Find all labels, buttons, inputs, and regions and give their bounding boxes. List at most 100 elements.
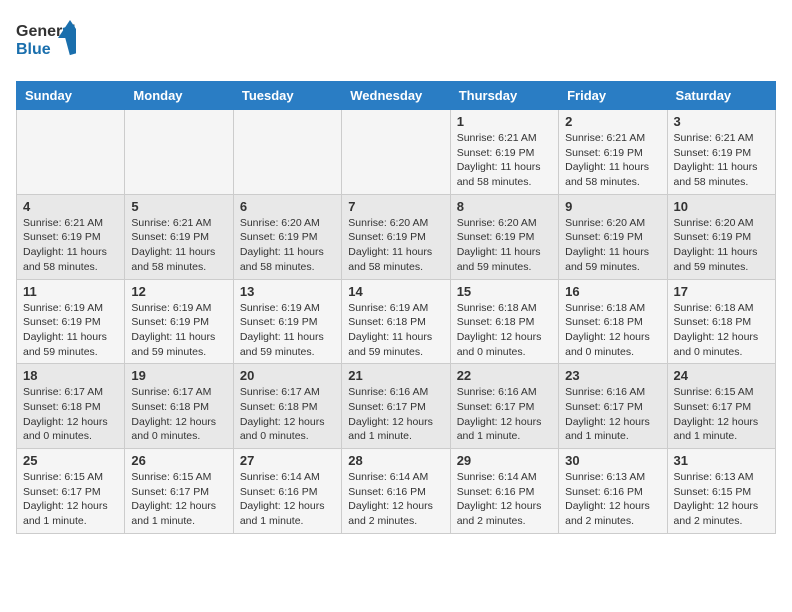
day-number: 18 — [23, 368, 118, 383]
day-info: Sunrise: 6:17 AM Sunset: 6:18 PM Dayligh… — [240, 385, 335, 444]
day-info: Sunrise: 6:14 AM Sunset: 6:16 PM Dayligh… — [348, 470, 443, 529]
day-number: 20 — [240, 368, 335, 383]
calendar-cell: 9 Sunrise: 6:20 AM Sunset: 6:19 PM Daylig… — [559, 194, 667, 279]
day-info: Sunrise: 6:18 AM Sunset: 6:18 PM Dayligh… — [674, 301, 769, 360]
calendar-cell: 5 Sunrise: 6:21 AM Sunset: 6:19 PM Daylig… — [125, 194, 233, 279]
calendar-cell: 4Sunrise: 6:21 AM Sunset: 6:19 PM Daylig… — [17, 194, 125, 279]
day-number: 15 — [457, 284, 552, 299]
day-number: 27 — [240, 453, 335, 468]
day-number: 21 — [348, 368, 443, 383]
day-number: 9 — [565, 199, 660, 214]
day-number: 5 — [131, 199, 226, 214]
day-number: 31 — [674, 453, 769, 468]
calendar-cell: 18 Sunrise: 6:17 AM Sunset: 6:18 PM Dayli… — [17, 364, 125, 449]
day-info: Sunrise: 6:20 AM Sunset: 6:19 PM Dayligh… — [240, 216, 335, 275]
calendar-cell: 8 Sunrise: 6:20 AM Sunset: 6:19 PM Daylig… — [450, 194, 558, 279]
day-number: 23 — [565, 368, 660, 383]
calendar-cell: 11Sunrise: 6:19 AM Sunset: 6:19 PM Dayli… — [17, 279, 125, 364]
day-info: Sunrise: 6:20 AM Sunset: 6:19 PM Dayligh… — [457, 216, 552, 275]
day-number: 25 — [23, 453, 118, 468]
day-number: 19 — [131, 368, 226, 383]
calendar-cell: 21 Sunrise: 6:16 AM Sunset: 6:17 PM Dayli… — [342, 364, 450, 449]
day-info: Sunrise: 6:20 AM Sunset: 6:19 PM Dayligh… — [565, 216, 660, 275]
day-info: Sunrise: 6:19 AM Sunset: 6:19 PM Dayligh… — [240, 301, 335, 360]
calendar-cell: 27 Sunrise: 6:14 AM Sunset: 6:16 PM Dayli… — [233, 449, 341, 534]
calendar-cell: 6 Sunrise: 6:20 AM Sunset: 6:19 PM Daylig… — [233, 194, 341, 279]
calendar-header-row: SundayMondayTuesdayWednesdayThursdayFrid… — [17, 82, 776, 110]
day-info: Sunrise: 6:21 AM Sunset: 6:19 PM Dayligh… — [674, 131, 769, 190]
calendar-cell — [125, 110, 233, 195]
day-number: 7 — [348, 199, 443, 214]
calendar-cell: 29 Sunrise: 6:14 AM Sunset: 6:16 PM Dayli… — [450, 449, 558, 534]
calendar-cell: 25 Sunrise: 6:15 AM Sunset: 6:17 PM Dayli… — [17, 449, 125, 534]
col-header-friday: Friday — [559, 82, 667, 110]
col-header-saturday: Saturday — [667, 82, 775, 110]
day-info: Sunrise: 6:18 AM Sunset: 6:18 PM Dayligh… — [565, 301, 660, 360]
calendar-cell — [233, 110, 341, 195]
day-info: Sunrise: 6:18 AM Sunset: 6:18 PM Dayligh… — [457, 301, 552, 360]
day-info: Sunrise: 6:15 AM Sunset: 6:17 PM Dayligh… — [131, 470, 226, 529]
day-info: Sunrise: 6:14 AM Sunset: 6:16 PM Dayligh… — [240, 470, 335, 529]
calendar-cell: 15 Sunrise: 6:18 AM Sunset: 6:18 PM Dayli… — [450, 279, 558, 364]
calendar-table: SundayMondayTuesdayWednesdayThursdayFrid… — [16, 81, 776, 534]
day-number: 11 — [23, 284, 118, 299]
calendar-week-row: 11 Sunrise: 6:19 AM Sunset: 6:19 PM Dayli… — [17, 279, 776, 364]
logo: General Blue — [16, 16, 76, 71]
calendar-cell: 19 Sunrise: 6:17 AM Sunset: 6:18 PM Dayli… — [125, 364, 233, 449]
day-info: Sunrise: 6:20 AM Sunset: 6:19 PM Dayligh… — [674, 216, 769, 275]
calendar-cell: 13 Sunrise: 6:19 AM Sunset: 6:19 PM Dayli… — [233, 279, 341, 364]
day-number: 17 — [674, 284, 769, 299]
day-info: Sunrise: 6:15 AM Sunset: 6:17 PM Dayligh… — [23, 470, 118, 529]
day-number: 26 — [131, 453, 226, 468]
day-info: Sunrise: 6:16 AM Sunset: 6:17 PM Dayligh… — [348, 385, 443, 444]
col-header-tuesday: Tuesday — [233, 82, 341, 110]
calendar-cell: 14Sunrise: 6:19 AM Sunset: 6:18 PM Dayli… — [342, 279, 450, 364]
day-info: Sunrise: 6:21 AM Sunset: 6:19 PM Dayligh… — [457, 131, 552, 190]
day-number: 13 — [240, 284, 335, 299]
day-info: Sunrise: 6:19 AM Sunset: 6:19 PM Dayligh… — [131, 301, 226, 360]
calendar-cell: 28Sunrise: 6:14 AM Sunset: 6:16 PM Dayli… — [342, 449, 450, 534]
calendar-cell: 12 Sunrise: 6:19 AM Sunset: 6:19 PM Dayli… — [125, 279, 233, 364]
calendar-cell: 20 Sunrise: 6:17 AM Sunset: 6:18 PM Dayli… — [233, 364, 341, 449]
day-number: 4 — [23, 199, 118, 214]
calendar-week-row: 18 Sunrise: 6:17 AM Sunset: 6:18 PM Dayli… — [17, 364, 776, 449]
day-info: Sunrise: 6:21 AM Sunset: 6:19 PM Dayligh… — [565, 131, 660, 190]
calendar-cell: 22 Sunrise: 6:16 AM Sunset: 6:17 PM Dayli… — [450, 364, 558, 449]
day-number: 16 — [565, 284, 660, 299]
day-number: 10 — [674, 199, 769, 214]
day-info: Sunrise: 6:16 AM Sunset: 6:17 PM Dayligh… — [457, 385, 552, 444]
header: General Blue — [16, 16, 776, 71]
calendar-cell: 24Sunrise: 6:15 AM Sunset: 6:17 PM Dayli… — [667, 364, 775, 449]
day-info: Sunrise: 6:17 AM Sunset: 6:18 PM Dayligh… — [23, 385, 118, 444]
calendar-cell: 16 Sunrise: 6:18 AM Sunset: 6:18 PM Dayli… — [559, 279, 667, 364]
day-number: 6 — [240, 199, 335, 214]
day-info: Sunrise: 6:17 AM Sunset: 6:18 PM Dayligh… — [131, 385, 226, 444]
calendar-cell: 17 Sunrise: 6:18 AM Sunset: 6:18 PM Dayli… — [667, 279, 775, 364]
calendar-cell: 30 Sunrise: 6:13 AM Sunset: 6:16 PM Dayli… — [559, 449, 667, 534]
day-info: Sunrise: 6:20 AM Sunset: 6:19 PM Dayligh… — [348, 216, 443, 275]
day-number: 29 — [457, 453, 552, 468]
day-number: 1 — [457, 114, 552, 129]
day-info: Sunrise: 6:21 AM Sunset: 6:19 PM Dayligh… — [131, 216, 226, 275]
calendar-cell — [17, 110, 125, 195]
day-number: 8 — [457, 199, 552, 214]
day-info: Sunrise: 6:14 AM Sunset: 6:16 PM Dayligh… — [457, 470, 552, 529]
col-header-sunday: Sunday — [17, 82, 125, 110]
calendar-cell: 7 Sunrise: 6:20 AM Sunset: 6:19 PM Daylig… — [342, 194, 450, 279]
day-number: 14 — [348, 284, 443, 299]
calendar-cell: 2Sunrise: 6:21 AM Sunset: 6:19 PM Daylig… — [559, 110, 667, 195]
day-number: 12 — [131, 284, 226, 299]
day-number: 30 — [565, 453, 660, 468]
day-info: Sunrise: 6:13 AM Sunset: 6:16 PM Dayligh… — [565, 470, 660, 529]
day-number: 22 — [457, 368, 552, 383]
svg-text:Blue: Blue — [16, 41, 51, 58]
calendar-cell: 31 Sunrise: 6:13 AM Sunset: 6:15 PM Dayli… — [667, 449, 775, 534]
day-info: Sunrise: 6:15 AM Sunset: 6:17 PM Dayligh… — [674, 385, 769, 444]
calendar-cell: 3Sunrise: 6:21 AM Sunset: 6:19 PM Daylig… — [667, 110, 775, 195]
logo-icon: General Blue — [16, 16, 76, 71]
day-info: Sunrise: 6:13 AM Sunset: 6:15 PM Dayligh… — [674, 470, 769, 529]
calendar-week-row: 1 Sunrise: 6:21 AM Sunset: 6:19 PM Daylig… — [17, 110, 776, 195]
col-header-monday: Monday — [125, 82, 233, 110]
calendar-cell: 23Sunrise: 6:16 AM Sunset: 6:17 PM Dayli… — [559, 364, 667, 449]
col-header-thursday: Thursday — [450, 82, 558, 110]
